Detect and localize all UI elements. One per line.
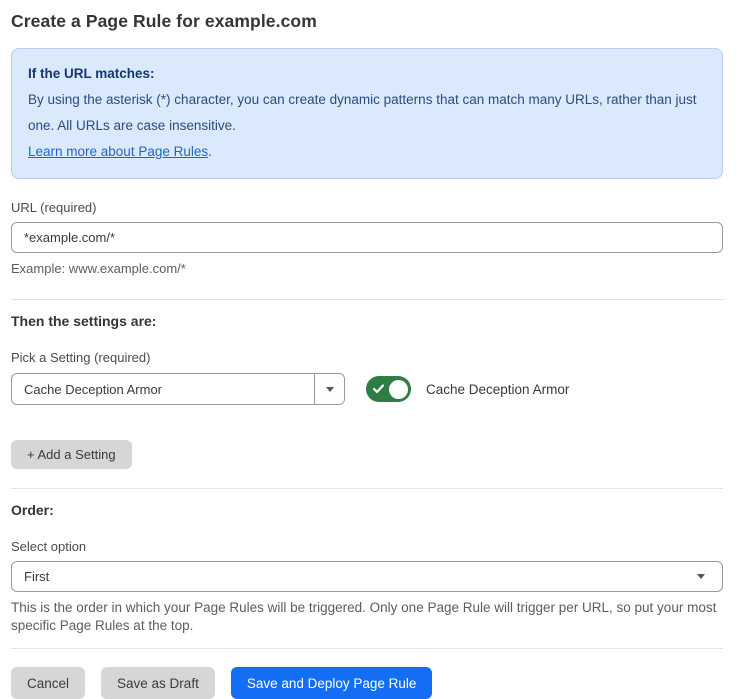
order-select-arrow: [697, 574, 722, 579]
add-setting-button[interactable]: + Add a Setting: [11, 440, 132, 469]
link-suffix: .: [208, 144, 212, 159]
order-help-text: This is the order in which your Page Rul…: [11, 599, 717, 635]
url-match-info-box: If the URL matches: By using the asteris…: [11, 48, 723, 179]
setting-select-arrow-button[interactable]: [314, 374, 344, 404]
info-box-body: By using the asterisk (*) character, you…: [28, 87, 706, 139]
settings-section-heading: Then the settings are:: [11, 313, 723, 329]
cancel-button[interactable]: Cancel: [11, 667, 85, 699]
order-select[interactable]: First: [11, 561, 723, 592]
chevron-down-icon: [326, 387, 334, 392]
info-box-heading: If the URL matches:: [28, 61, 706, 87]
check-icon: [373, 384, 384, 394]
setting-select-value: Cache Deception Armor: [12, 382, 314, 397]
order-select-value: First: [12, 569, 697, 584]
divider: [11, 488, 723, 489]
toggle-label: Cache Deception Armor: [426, 382, 569, 397]
setting-picker-label: Pick a Setting (required): [11, 350, 723, 365]
info-box-link-line: Learn more about Page Rules.: [28, 139, 706, 165]
learn-more-link[interactable]: Learn more about Page Rules: [28, 144, 208, 159]
setting-toggle-group: Cache Deception Armor: [366, 376, 569, 402]
url-example-text: Example: www.example.com/*: [11, 261, 723, 276]
save-as-draft-button[interactable]: Save as Draft: [101, 667, 215, 699]
url-field-label: URL (required): [11, 200, 723, 215]
setting-select[interactable]: Cache Deception Armor: [11, 373, 345, 405]
page-title: Create a Page Rule for example.com: [11, 11, 723, 32]
order-select-label: Select option: [11, 539, 723, 554]
create-page-rule-form: Create a Page Rule for example.com If th…: [0, 0, 750, 699]
divider: [11, 648, 723, 649]
toggle-knob: [388, 379, 409, 400]
setting-row: Cache Deception Armor Cache Deception Ar…: [11, 373, 723, 405]
url-input[interactable]: [11, 222, 723, 253]
cache-deception-armor-toggle[interactable]: [366, 376, 411, 402]
divider: [11, 299, 723, 300]
save-and-deploy-button[interactable]: Save and Deploy Page Rule: [231, 667, 433, 699]
order-section-heading: Order:: [11, 502, 723, 518]
chevron-down-icon: [697, 574, 705, 579]
form-actions: Cancel Save as Draft Save and Deploy Pag…: [11, 667, 723, 699]
